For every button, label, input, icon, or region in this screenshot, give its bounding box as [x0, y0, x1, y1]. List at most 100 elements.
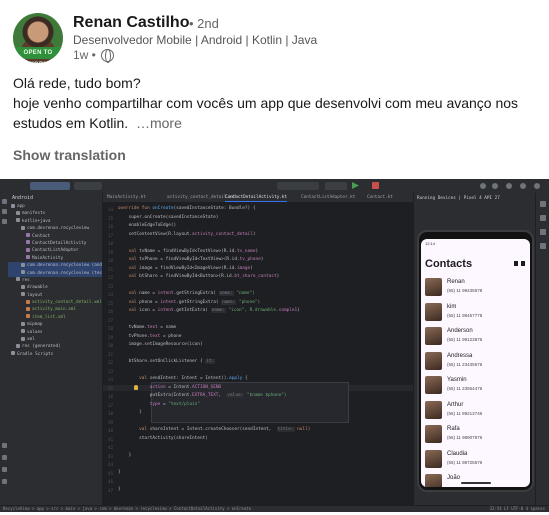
code-line: startActivity(shareIntent): [118, 436, 208, 442]
code-token: shareIntent = Intent.createChooser(sendI…: [149, 427, 277, 432]
line-number: 40: [108, 428, 113, 433]
tree-item: res: [8, 277, 102, 284]
line-number: 24: [108, 292, 113, 297]
folder-icon: [21, 336, 25, 341]
line-number: 22: [108, 275, 113, 280]
code-token: name:: [218, 291, 234, 296]
project-pane: Android app manifests kotlin+java com.devre…: [8, 193, 103, 505]
code-token: super.onCreate(savedInstanceState): [118, 214, 219, 220]
tree-item-label: com.devrenan.recycleview (androidTest): [27, 263, 102, 269]
code-token: value:: [226, 393, 245, 398]
folder-icon: [16, 218, 20, 223]
code-token: tvPhone.: [118, 333, 150, 339]
folder-icon: [11, 203, 15, 208]
close-icon: [534, 183, 540, 189]
tree-item-label: item_list.xml: [32, 314, 66, 320]
contact-photo: [425, 278, 442, 296]
code-line: type = "text/plain": [118, 402, 200, 408]
code-line: val tvPhone = findViewById<TextView>(R.i…: [118, 257, 264, 263]
code-line: }: [118, 452, 132, 459]
line-number: 30: [108, 343, 113, 348]
contact-name: João: [447, 475, 461, 481]
contact-phone: (55) 11 98907876: [447, 435, 483, 440]
author-headline: Desenvolvedor Mobile | Android | Kotlin …: [73, 33, 318, 47]
code-token: }: [118, 452, 132, 458]
code-token: .getStringExtra(: [173, 291, 219, 296]
code-token: name =: [139, 291, 158, 296]
contact-item: João: [425, 472, 529, 487]
editor-tabs: MainActivity.kt activity_contact_detail.x…: [103, 193, 413, 203]
contact-phone: (55) 11 99123876: [447, 337, 483, 342]
tree-item: manifests: [8, 210, 102, 217]
tree-item: ContactDetailActivity: [8, 240, 102, 247]
settings-icon: [492, 183, 498, 189]
post-meta: 1w •: [73, 48, 114, 63]
tree-item-label: manifests: [22, 211, 46, 217]
contact-photo: [425, 474, 442, 487]
line-number: 28: [108, 326, 113, 331]
device-selector: [277, 182, 319, 190]
contact-phone: (55) 11 23564476: [447, 386, 483, 391]
contact-photo: [425, 351, 442, 370]
tree-item: com.devrenan.recycleview: [8, 225, 102, 232]
commit-icon: [2, 209, 7, 214]
folder-icon: [21, 321, 25, 326]
project-pane-header: Android: [12, 195, 34, 201]
code-token: "icon", R.drawable.: [225, 308, 279, 313]
code-token: intent: [157, 308, 174, 313]
open-to-work-badge: OPEN TO WORK: [13, 47, 63, 63]
git-icon: [2, 467, 7, 472]
code-line: btShare.setOnClickListener { it:: [118, 359, 216, 365]
contact-photo: [425, 376, 442, 394]
code-token: title:: [276, 427, 295, 432]
line-number: 41: [108, 436, 113, 442]
maximize-icon: [520, 183, 526, 189]
code-token: .getStringExtra(: [176, 299, 222, 305]
terminal-icon: [2, 443, 7, 448]
folder-icon: [16, 210, 20, 215]
contact-name: Arthur: [447, 401, 464, 408]
tree-item-label: Contact: [32, 233, 51, 239]
code-token: val: [118, 248, 140, 254]
line-number: 19: [108, 249, 113, 255]
code-token: text: [149, 333, 161, 339]
folder-icon: [21, 284, 25, 289]
folder-icon: [16, 343, 20, 348]
code-token: name:: [210, 308, 226, 313]
code-token: val: [118, 274, 140, 279]
code-token: }: [118, 486, 121, 492]
code-token: = phone: [160, 333, 182, 339]
folder-icon: [2, 199, 7, 204]
contact-name: Andressa: [447, 352, 473, 359]
code-token: .getIntExtra(: [173, 308, 211, 313]
line-number: 20: [108, 258, 113, 263]
see-more-link[interactable]: …more: [136, 115, 182, 131]
code-line: setContentView(R.layout.activity_contact…: [118, 231, 256, 238]
contact-item: Claudia (55) 11 98725676: [425, 448, 529, 470]
code-token: putExtra(Intent.: [118, 393, 193, 398]
line-number: 44: [108, 462, 113, 467]
kotlin-file-icon: [26, 233, 30, 238]
phone-screen: 12:14 Contacts Renan (55) 11 99435678 kim (…: [421, 239, 530, 487]
contact-item: Renan (55) 11 99435678: [425, 276, 529, 298]
code-token: ): [252, 231, 256, 237]
line-number: 31: [108, 351, 113, 357]
line-number: 36: [108, 394, 113, 399]
code-token: btShare.setOnClickListener {: [118, 359, 206, 364]
post-text-line2: hoje venho compartilhar com vocês um app…: [13, 95, 519, 131]
line-number: 39: [108, 419, 113, 425]
kotlin-file-icon: [26, 247, 30, 252]
code-token: tv_phone: [239, 257, 261, 262]
line-number: 18: [108, 241, 113, 246]
code-token: sendIntent: Intent = Intent().: [149, 376, 230, 381]
run-icon: [352, 182, 359, 189]
show-translation-button[interactable]: Show translation: [13, 147, 126, 163]
xml-file-icon: [26, 306, 30, 311]
code-token: intent: [157, 291, 174, 296]
code-line: tvName.text = name: [118, 325, 177, 331]
line-number: 38: [108, 411, 113, 416]
code-token: setContentView(R.layout.: [118, 231, 193, 237]
author-name[interactable]: Renan Castilho: [73, 14, 189, 32]
author-avatar[interactable]: OPEN TO WORK: [13, 13, 63, 63]
